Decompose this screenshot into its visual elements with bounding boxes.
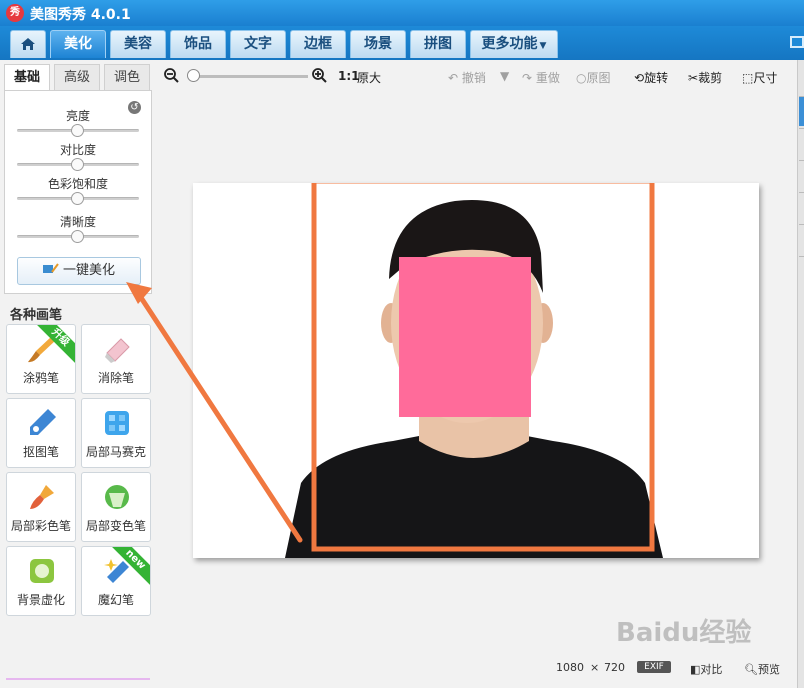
divider <box>6 678 150 680</box>
one-click-beautify-button[interactable]: 一键美化 <box>17 257 141 285</box>
circle-icon: ○ <box>576 71 587 85</box>
tab-face[interactable]: 美容 <box>110 30 166 58</box>
app-logo-icon: 秀 <box>6 4 24 22</box>
compare-icon: ◧ <box>690 663 701 676</box>
rotate-button[interactable]: ⟲旋转 <box>634 69 668 86</box>
tab-more-functions[interactable]: 更多功能 ▼ <box>470 30 558 58</box>
right-strip-seg[interactable] <box>799 160 804 190</box>
mosaic-icon <box>105 411 129 435</box>
home-icon <box>21 38 35 50</box>
face-mask <box>399 257 531 417</box>
brushes-title: 各种画笔 <box>10 308 63 323</box>
title-bar: 秀 美图秀秀 4.0.1 <box>0 0 804 26</box>
resize-icon: ⬚ <box>742 71 754 85</box>
redo-icon: ↷ <box>522 71 533 85</box>
zoom-slider-knob[interactable] <box>187 69 200 82</box>
sharpness-label: 清晰度 <box>59 215 96 229</box>
app-title: 美图秀秀 4.0.1 <box>30 7 131 23</box>
rotate-icon: ⟲ <box>634 71 645 85</box>
brightness-label: 亮度 <box>65 109 90 123</box>
saturation-slider-knob[interactable] <box>71 192 84 205</box>
home-tab[interactable] <box>10 30 46 58</box>
image-height: 720 <box>604 661 625 674</box>
crop-button[interactable]: ✂裁剪 <box>688 69 722 86</box>
tab-collage[interactable]: 拼图 <box>410 30 466 58</box>
right-strip-seg[interactable] <box>799 256 804 286</box>
original-size-button[interactable]: 原大 <box>357 69 381 86</box>
window-restore-icon[interactable] <box>790 36 804 48</box>
image-width: 1080 <box>556 661 584 674</box>
eraser-icon <box>105 338 130 363</box>
right-strip-seg[interactable] <box>799 96 804 126</box>
right-strip-seg[interactable] <box>799 224 804 254</box>
edit-toolbar: 1:1 原大 ↶ 撤销 ▼ ↷ 重做 ○原图 ⟲旋转 ✂裁剪 ⬚尺寸 <box>158 60 798 92</box>
brightness-slider[interactable] <box>17 124 139 137</box>
blur-background-icon <box>30 559 54 583</box>
zoom-out-icon[interactable] <box>164 68 179 83</box>
scissors-icon: ✂ <box>688 71 699 85</box>
brush-color-change[interactable]: 局部变色笔 <box>81 472 151 542</box>
color-brush-icon <box>30 485 54 509</box>
portrait-photo <box>193 183 759 558</box>
cutout-pen-icon <box>30 409 56 435</box>
chevron-down-icon: ▼ <box>539 41 547 51</box>
contrast-slider[interactable] <box>17 158 139 171</box>
beautify-icon <box>42 263 59 273</box>
subtab-basic[interactable]: 基础 <box>4 64 50 93</box>
undo-button[interactable]: ↶ 撤销 <box>448 69 486 86</box>
tab-scene[interactable]: 场景 <box>350 30 406 58</box>
tab-decoration[interactable]: 饰品 <box>170 30 226 58</box>
redo-button[interactable]: ↷ 重做 <box>522 69 560 86</box>
brush-doodle[interactable]: 涂鸦笔 升级 <box>6 324 76 394</box>
brush-eraser[interactable]: 消除笔 <box>81 324 151 394</box>
preview-icon: 🔍︎ <box>744 663 758 676</box>
brush-background-blur[interactable]: 背景虚化 <box>6 546 76 616</box>
sharpness-slider-knob[interactable] <box>71 230 84 243</box>
tab-frame[interactable]: 边框 <box>290 30 346 58</box>
saturation-label: 色彩饱和度 <box>47 177 108 191</box>
brightness-slider-knob[interactable] <box>71 124 84 137</box>
compare-button[interactable]: ◧对比 <box>690 661 722 677</box>
undo-dropdown-icon[interactable]: ▼ <box>500 69 509 83</box>
color-change-icon <box>105 485 129 509</box>
tab-beautify[interactable]: 美化 <box>50 30 106 58</box>
tab-text[interactable]: 文字 <box>230 30 286 58</box>
preview-button[interactable]: 🔍︎预览 <box>744 661 780 677</box>
saturation-slider[interactable] <box>17 192 139 205</box>
original-image-button[interactable]: ○原图 <box>576 69 611 86</box>
contrast-slider-knob[interactable] <box>71 158 84 171</box>
undo-icon: ↶ <box>448 71 459 85</box>
baidu-watermark: Baidu经验 <box>616 618 752 648</box>
photo-canvas[interactable] <box>193 183 759 558</box>
dimension-separator: × <box>590 661 600 674</box>
zoom-slider[interactable] <box>188 75 308 78</box>
subtab-bar: 基础 高级 调色 <box>4 62 152 93</box>
brush-mosaic[interactable]: 局部马赛克 <box>81 398 151 468</box>
subtab-advanced[interactable]: 高级 <box>54 64 100 92</box>
right-strip-seg[interactable] <box>799 128 804 158</box>
zoom-in-icon[interactable] <box>312 68 327 83</box>
resize-button[interactable]: ⬚尺寸 <box>742 69 777 86</box>
right-scroll-strip[interactable] <box>797 60 804 688</box>
brush-magic[interactable]: 魔幻笔 new <box>81 546 151 616</box>
brush-local-color[interactable]: 局部彩色笔 <box>6 472 76 542</box>
right-strip-seg[interactable] <box>799 192 804 222</box>
left-panel: 基础 高级 调色 ↺ 亮度 对比度 色彩饱和度 清晰度 一键美化 各种画笔 涂鸦… <box>0 60 158 688</box>
subtab-color[interactable]: 调色 <box>104 64 150 92</box>
sharpness-slider[interactable] <box>17 230 139 243</box>
exif-button[interactable]: EXIF <box>637 661 671 673</box>
contrast-label: 对比度 <box>59 143 96 157</box>
main-tabbar: 美化 美容 饰品 文字 边框 场景 拼图 更多功能 ▼ <box>0 26 804 60</box>
adjust-panel: ↺ 亮度 对比度 色彩饱和度 清晰度 一键美化 <box>4 90 152 294</box>
brush-cutout[interactable]: 抠图笔 <box>6 398 76 468</box>
